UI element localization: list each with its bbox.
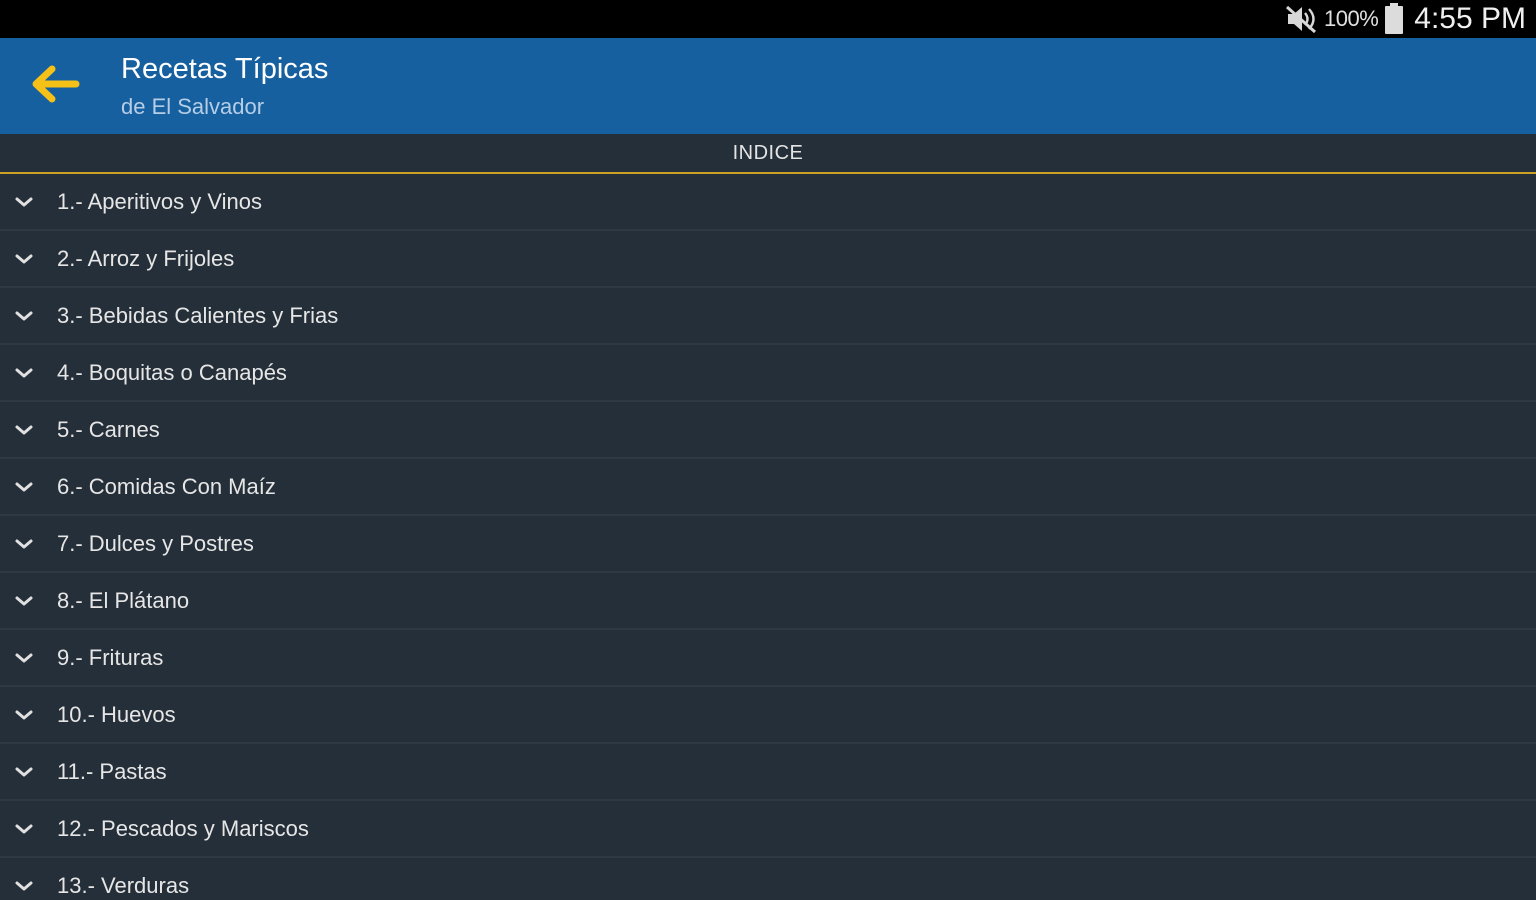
arrow-left-icon <box>28 64 80 109</box>
app-title: Recetas Típicas <box>121 53 329 85</box>
chevron-down-icon <box>14 537 34 551</box>
category-label: 7.- Dulces y Postres <box>57 530 254 556</box>
category-item[interactable]: 2.- Arroz y Frijoles <box>0 231 1536 288</box>
chevron-down-icon <box>14 594 34 608</box>
app-subtitle: de El Salvador <box>121 94 265 119</box>
category-label: 4.- Boquitas o Canapés <box>57 359 287 385</box>
battery-percentage: 100% <box>1323 6 1379 31</box>
category-label: 2.- Arroz y Frijoles <box>57 245 235 271</box>
category-label: 10.- Huevos <box>57 701 176 727</box>
chevron-down-icon <box>14 708 34 722</box>
category-item[interactable]: 3.- Bebidas Calientes y Frias <box>0 288 1536 345</box>
chevron-down-icon <box>14 309 34 323</box>
category-item[interactable]: 7.- Dulces y Postres <box>0 516 1536 573</box>
chevron-down-icon <box>14 765 34 779</box>
category-item[interactable]: 10.- Huevos <box>0 687 1536 744</box>
back-button[interactable] <box>22 60 86 112</box>
chevron-down-icon <box>14 822 34 836</box>
category-item[interactable]: 1.- Aperitivos y Vinos <box>0 174 1536 231</box>
category-list: 1.- Aperitivos y Vinos 2.- Arroz y Frijol… <box>0 174 1536 900</box>
chevron-down-icon <box>14 366 34 380</box>
mute-icon <box>1284 4 1318 34</box>
category-item[interactable]: 6.- Comidas Con Maíz <box>0 459 1536 516</box>
chevron-down-icon <box>14 195 34 209</box>
status-icons: 100% 4:55 PM <box>1284 0 1526 38</box>
category-label: 9.- Frituras <box>57 644 164 670</box>
category-label: 5.- Carnes <box>57 416 160 442</box>
category-item[interactable]: 5.- Carnes <box>0 402 1536 459</box>
category-item[interactable]: 11.- Pastas <box>0 744 1536 801</box>
category-item[interactable]: 13.- Verduras <box>0 858 1536 900</box>
category-item[interactable]: 12.- Pescados y Mariscos <box>0 801 1536 858</box>
category-label: 12.- Pescados y Mariscos <box>57 815 309 841</box>
category-label: 11.- Pastas <box>57 758 167 784</box>
category-label: 13.- Verduras <box>57 872 190 898</box>
category-item[interactable]: 4.- Boquitas o Canapés <box>0 345 1536 402</box>
status-bar: 100% 4:55 PM <box>0 0 1536 38</box>
category-label: 3.- Bebidas Calientes y Frias <box>57 302 339 328</box>
chevron-down-icon <box>14 879 34 893</box>
chevron-down-icon <box>14 480 34 494</box>
app-bar: Recetas Típicas de El Salvador <box>0 38 1536 134</box>
category-label: 1.- Aperitivos y Vinos <box>57 188 263 214</box>
category-item[interactable]: 9.- Frituras <box>0 630 1536 687</box>
category-item[interactable]: 8.- El Plátano <box>0 573 1536 630</box>
battery-icon <box>1384 3 1404 35</box>
chevron-down-icon <box>14 252 34 266</box>
chevron-down-icon <box>14 423 34 437</box>
chevron-down-icon <box>14 651 34 665</box>
clock: 4:55 PM <box>1414 2 1526 35</box>
category-label: 6.- Comidas Con Maíz <box>57 473 276 499</box>
index-header: INDICE <box>0 134 1536 174</box>
category-label: 8.- El Plátano <box>57 587 190 613</box>
